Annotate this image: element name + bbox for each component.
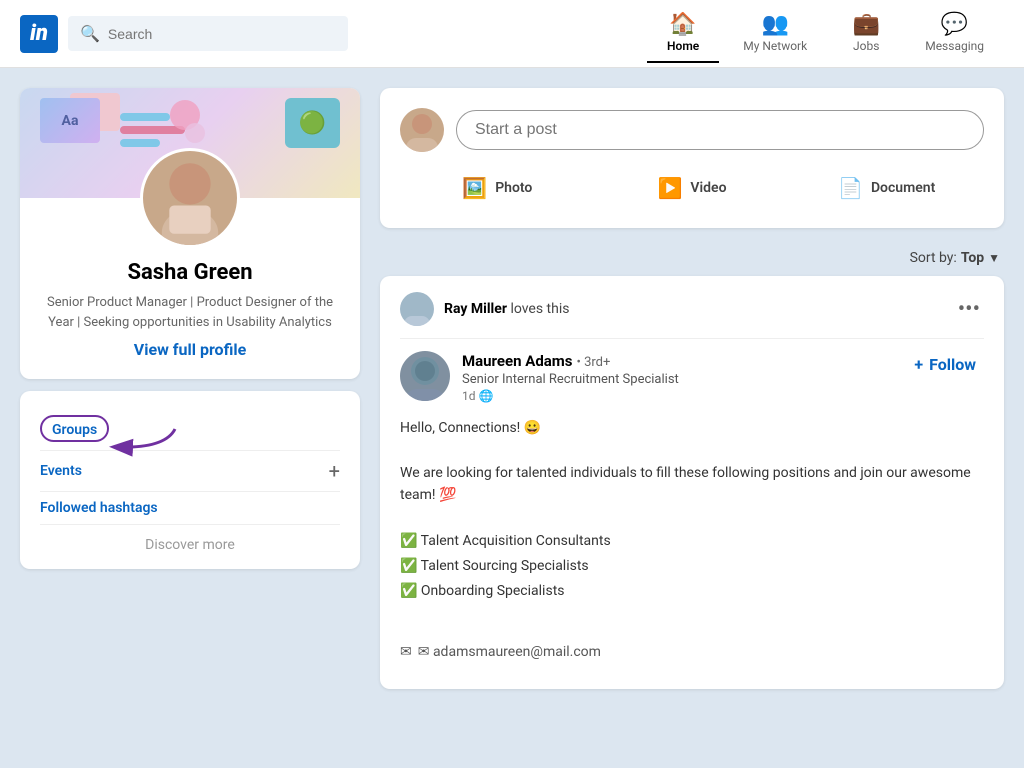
search-icon: 🔍	[80, 24, 100, 43]
poster-degree: • 3rd+	[576, 355, 610, 370]
plus-icon: +	[914, 355, 923, 374]
feed-post: Ray Miller loves this ••• Maureen Adams	[380, 276, 1004, 689]
video-icon: ▶️	[658, 176, 683, 200]
post-avatar-svg	[400, 108, 444, 152]
nav-messaging-label: Messaging	[925, 39, 984, 53]
linkedin-logo: in	[20, 15, 58, 53]
profile-name: Sasha Green	[20, 260, 360, 285]
follow-button[interactable]: + Follow	[906, 351, 984, 378]
banner-line-3	[120, 139, 160, 147]
poster-avatar	[400, 351, 450, 401]
post-user-avatar	[400, 108, 444, 152]
photo-icon: 🖼️	[462, 176, 487, 200]
photo-label: Photo	[495, 180, 532, 196]
globe-icon: 🌐	[479, 389, 494, 403]
main-content: Aa 🟢	[0, 68, 1024, 709]
top-navigation: in 🔍 🏠 Home 👥 My Network 💼 Jobs 💬 Messag…	[0, 0, 1024, 68]
jobs-icon: 💼	[853, 12, 880, 37]
poster-info: Maureen Adams • 3rd+ Senior Internal Rec…	[462, 351, 894, 403]
groups-circle: Groups	[40, 415, 109, 442]
sort-bar: Sort by: Top ▼	[380, 240, 1004, 276]
sidebar-hashtags-item: Followed hashtags	[40, 492, 340, 525]
plus-button[interactable]: +	[329, 459, 340, 483]
activity-user-name: Ray Miller	[444, 301, 507, 317]
nav-item-network[interactable]: 👥 My Network	[723, 4, 827, 63]
photo-action[interactable]: 🖼️ Photo	[400, 168, 595, 208]
post-content: Hello, Connections! 😀 We are looking for…	[400, 417, 984, 663]
post-actions: 🖼️ Photo ▶️ Video 📄 Document	[400, 168, 984, 208]
network-icon: 👥	[762, 12, 789, 37]
sort-label: Sort by:	[910, 250, 957, 266]
home-icon: 🏠	[669, 12, 696, 37]
nav-item-messaging[interactable]: 💬 Messaging	[905, 4, 1004, 63]
avatar	[140, 148, 240, 248]
banner-line-2	[120, 126, 185, 134]
banner-decor-aa: Aa	[40, 98, 100, 143]
groups-link[interactable]: Groups	[52, 422, 97, 438]
post-body: We are looking for talented individuals …	[400, 462, 984, 507]
nav-network-label: My Network	[743, 39, 807, 53]
banner-circle-2	[185, 123, 205, 143]
sidebar: Aa 🟢	[20, 88, 360, 689]
poster-name-row: Maureen Adams • 3rd+	[462, 351, 894, 370]
list-item: ✅ Onboarding Specialists	[400, 579, 984, 604]
post-box: 🖼️ Photo ▶️ Video 📄 Document	[380, 88, 1004, 228]
nav-jobs-label: Jobs	[853, 39, 879, 53]
chevron-down-icon[interactable]: ▼	[988, 251, 1000, 265]
poster-name[interactable]: Maureen Adams	[462, 352, 573, 370]
follow-label: Follow	[929, 355, 976, 374]
email-address: ✉ adamsmaureen@mail.com	[418, 641, 601, 663]
banner-decor-circle: 🟢	[285, 98, 340, 148]
document-icon: 📄	[838, 176, 863, 200]
start-post-input[interactable]	[456, 110, 984, 150]
feed-post-header: Maureen Adams • 3rd+ Senior Internal Rec…	[400, 351, 984, 403]
profile-bio: Senior Product Manager | Product Designe…	[40, 293, 340, 332]
search-bar[interactable]: 🔍	[68, 16, 348, 51]
document-label: Document	[871, 180, 935, 196]
sidebar-events-item: Events +	[40, 451, 340, 492]
profile-avatar-svg	[143, 151, 237, 245]
document-action[interactable]: 📄 Document	[789, 168, 984, 208]
poster-title: Senior Internal Recruitment Specialist	[462, 372, 894, 387]
activity-text: Ray Miller loves this	[444, 301, 944, 317]
sort-value[interactable]: Top	[961, 250, 984, 266]
nav-home-label: Home	[667, 39, 699, 53]
profile-card: Aa 🟢	[20, 88, 360, 379]
feed: 🖼️ Photo ▶️ Video 📄 Document Sort by: To…	[380, 88, 1004, 689]
feed-activity-row: Ray Miller loves this •••	[400, 292, 984, 339]
list-item: ✅ Talent Acquisition Consultants	[400, 529, 984, 554]
banner-line-1	[120, 113, 170, 121]
video-label: Video	[690, 180, 726, 196]
email-icon: ✉	[400, 641, 412, 663]
list-item: ✅ Talent Sourcing Specialists	[400, 554, 984, 579]
nav-item-home[interactable]: 🏠 Home	[647, 4, 719, 63]
events-link[interactable]: Events	[40, 463, 82, 479]
poster-avatar-svg	[400, 351, 450, 401]
profile-avatar-wrap	[20, 148, 360, 248]
view-profile-button[interactable]: View full profile	[134, 340, 246, 359]
poster-time: 1d 🌐	[462, 389, 894, 403]
messaging-icon: 💬	[941, 12, 968, 37]
sidebar-groups-item: Groups	[40, 407, 340, 451]
video-action[interactable]: ▶️ Video	[595, 168, 790, 208]
activity-user-avatar	[400, 292, 434, 326]
discover-more-button[interactable]: Discover more	[40, 525, 340, 553]
hashtags-link[interactable]: Followed hashtags	[40, 500, 158, 516]
post-email: ✉ ✉ adamsmaureen@mail.com	[400, 641, 984, 663]
sidebar-links: Groups Events + Followed hashtags	[20, 391, 360, 569]
search-input[interactable]	[108, 26, 336, 42]
more-options-button[interactable]: •••	[954, 297, 984, 322]
activity-avatar-svg	[400, 292, 434, 326]
post-list: ✅ Talent Acquisition Consultants ✅ Talen…	[400, 529, 984, 605]
post-greeting: Hello, Connections! 😀	[400, 417, 984, 439]
nav-item-jobs[interactable]: 💼 Jobs	[831, 4, 901, 63]
nav-items: 🏠 Home 👥 My Network 💼 Jobs 💬 Messaging	[647, 4, 1004, 63]
post-input-row	[400, 108, 984, 152]
